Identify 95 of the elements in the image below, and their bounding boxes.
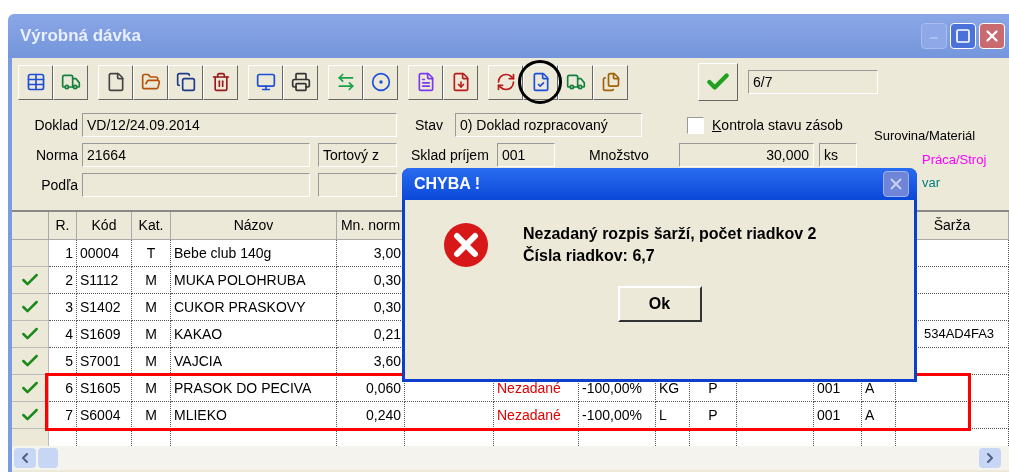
close-icon [983, 27, 1001, 45]
circle-annotation [518, 60, 562, 104]
table-cell: 2 [49, 267, 77, 294]
table-cell: S1402 [77, 294, 132, 321]
table-cell: 4 [49, 321, 77, 348]
document-field[interactable]: VD/12/24.09.2014 [82, 113, 397, 137]
close-button[interactable] [979, 23, 1005, 49]
toolbar-button[interactable] [488, 64, 523, 100]
table-cell: S7001 [77, 348, 132, 375]
scroll-left-button[interactable] [14, 448, 36, 468]
legend-label: var [922, 174, 941, 192]
table-cell: PRASOK DO PECIVA [171, 375, 337, 402]
field-label: Stav [415, 115, 444, 135]
table-cell: 5 [49, 348, 77, 375]
checkbox[interactable] [687, 116, 704, 134]
maximize-icon [955, 28, 971, 44]
column-header[interactable]: Kat. [132, 212, 171, 240]
ok-button[interactable]: Ok [617, 286, 702, 322]
according-field[interactable] [82, 173, 310, 197]
dialog-title: CHYBA ! [414, 174, 481, 194]
field-label: Doklad [33, 115, 79, 135]
toolbar-button[interactable] [168, 64, 203, 100]
legend-label: Surovina/Materiál [874, 127, 976, 145]
table-cell: S1112 [77, 267, 132, 294]
field-label: Norma [35, 145, 79, 165]
unit-field[interactable]: ks [819, 143, 857, 167]
table-cell: -100,00% [579, 402, 656, 429]
table-cell: Bebe club 140g [171, 240, 337, 267]
toolbar-button[interactable] [558, 64, 593, 100]
table-cell: M [132, 402, 171, 429]
table-cell: 0,240 [337, 402, 405, 429]
table-cell: M [132, 321, 171, 348]
counter-field[interactable]: 6/7 [748, 70, 878, 94]
toolbar-button[interactable] [283, 64, 318, 100]
column-header[interactable]: Názov [171, 212, 337, 240]
refresh-icon [495, 72, 516, 92]
quantity-field[interactable]: 30,000 [679, 143, 814, 167]
scrollbar-thumb[interactable] [38, 448, 58, 468]
toolbar-button[interactable] [203, 64, 238, 100]
table-cell: VAJCIA [171, 348, 337, 375]
table-icon [25, 72, 46, 92]
table-cell: S1609 [77, 321, 132, 348]
table-cell: 1 [49, 240, 77, 267]
table-cell: S6004 [77, 402, 132, 429]
table-cell: 6 [49, 375, 77, 402]
field-label: Sklad príjem [411, 145, 490, 165]
toolbar-button[interactable] [18, 64, 53, 100]
toolbar-button[interactable] [248, 64, 283, 100]
error-message: Čísla riadkov: 6,7 [523, 245, 656, 266]
table-cell: S1605 [77, 375, 132, 402]
table-cell: 00004 [77, 240, 132, 267]
scroll-right-button[interactable] [979, 448, 1001, 468]
table-cell: KAKAO [171, 321, 337, 348]
window-title: Výrobná dávka [20, 25, 141, 48]
field-label: Podľa [40, 175, 79, 195]
column-header[interactable]: Kód [77, 212, 132, 240]
field-label: Množstvo [589, 145, 650, 165]
table-cell: M [132, 375, 171, 402]
table-cell: Nezadané [494, 402, 579, 429]
table-cell: M [132, 267, 171, 294]
table-cell: M [132, 348, 171, 375]
table-cell: A [862, 402, 896, 429]
table-cell: M [132, 294, 171, 321]
table-cell: L [656, 402, 690, 429]
maximize-button[interactable] [950, 23, 976, 49]
table-cell: 3 [49, 294, 77, 321]
folder-icon [140, 72, 161, 92]
table-cell: P [690, 402, 737, 429]
legend-label: Práca/Stroj [922, 150, 987, 169]
norm-name-field[interactable]: Tortový z [318, 143, 397, 167]
table-cell: 7 [49, 402, 77, 429]
column-header[interactable]: R. [49, 212, 77, 240]
table-cell: CUKOR PRASKOVY [171, 294, 337, 321]
table-cell: T [132, 240, 171, 267]
table-cell: MUKA POLOHRUBA [171, 267, 337, 294]
dot-icon [370, 72, 391, 92]
trash-icon [210, 72, 231, 92]
table-cell: 001 [814, 402, 862, 429]
error-icon [443, 222, 489, 268]
according-name-field[interactable] [318, 173, 397, 197]
toolbar-button[interactable] [523, 64, 558, 100]
norm-field[interactable]: 21664 [82, 143, 310, 167]
error-message: Nezadaný rozpis šarží, počet riadkov 2 [523, 224, 817, 244]
checkbox-label: Kontrola stavu zásob [712, 115, 843, 135]
toolbar-button[interactable] [363, 64, 398, 100]
copy-icon [175, 72, 196, 92]
printer-icon [290, 72, 311, 92]
files-icon [600, 72, 621, 92]
warehouse-field[interactable]: 001 [497, 143, 555, 167]
status-field[interactable]: 0) Doklad rozpracovaný [455, 113, 642, 137]
confirm-button[interactable] [698, 63, 738, 101]
toolbar-button[interactable] [443, 64, 478, 100]
table-cell: MLIEKO [171, 402, 337, 429]
toolbar-button[interactable] [98, 64, 133, 100]
monitor-icon [255, 72, 276, 92]
